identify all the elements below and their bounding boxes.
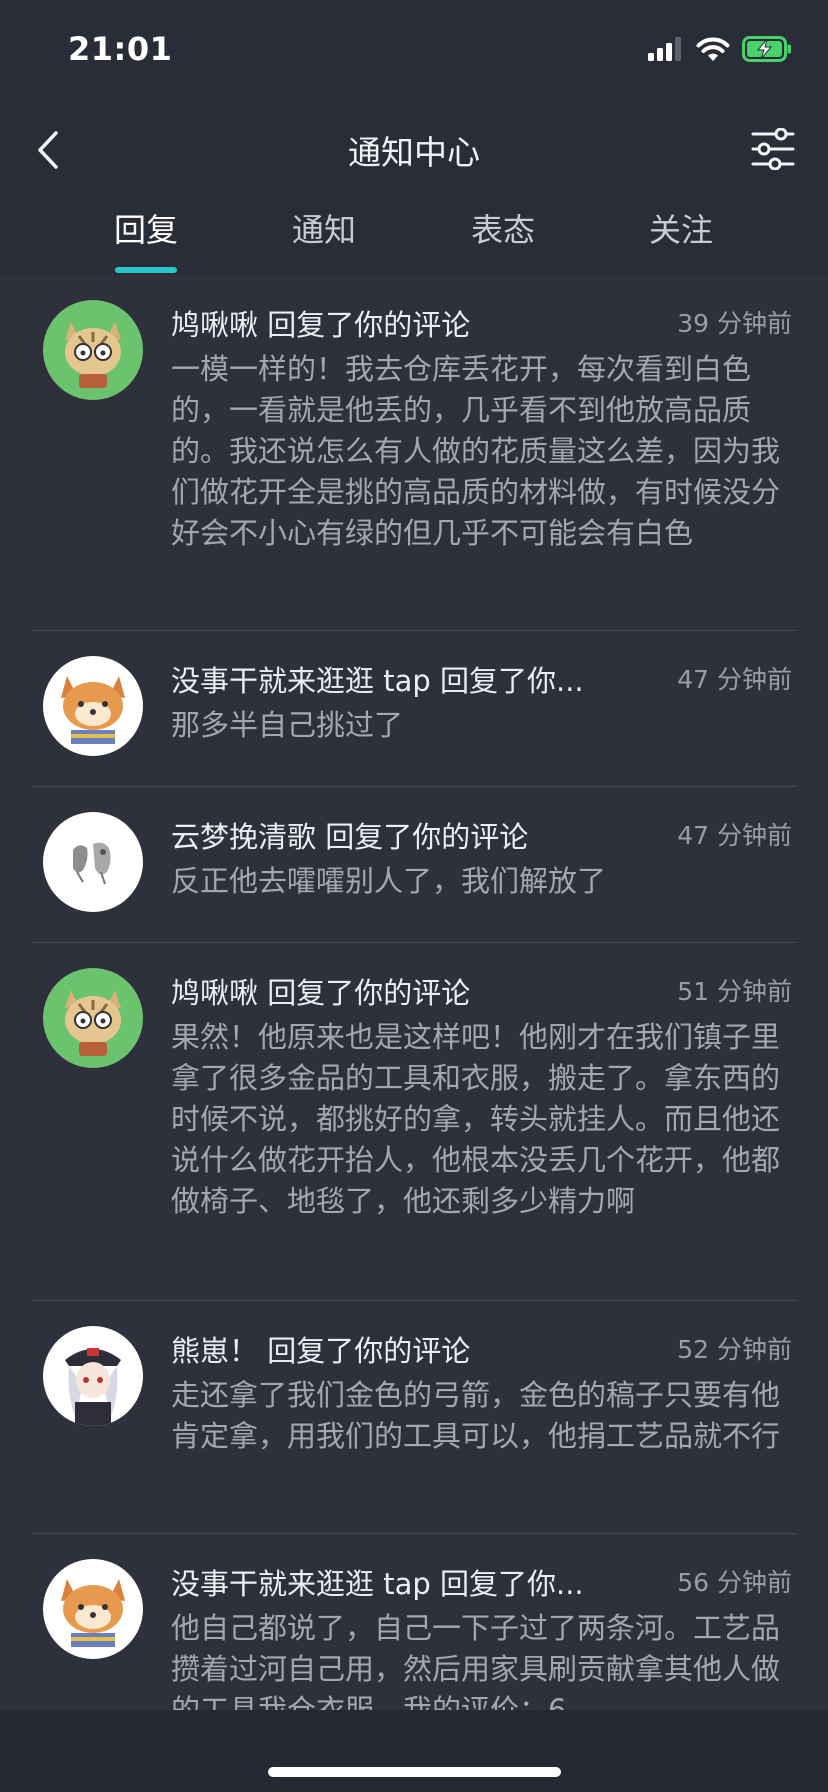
list-item[interactable]: 鸠啾啾 回复了你的评论 51 分钟前 果然！他原来也是这样吧！他刚才在我们镇子里… (0, 943, 828, 1300)
avatar[interactable] (43, 1559, 143, 1659)
status-time: 21:01 (68, 30, 173, 68)
item-header: 没事干就来逛逛 tap 回复了你... 56 分钟前 (171, 1561, 792, 1605)
status-bar: 21:01 (0, 0, 828, 100)
tab-label: 表态 (470, 211, 535, 249)
notification-center-screen: 21:01 通知中心 回复 通知 表态 关注 鸠啾啾 回复了你的评论 39 分钟… (0, 0, 828, 1792)
item-time: 51 分钟前 (677, 977, 792, 1006)
tab-replies[interactable]: 回复 (86, 205, 206, 275)
item-time: 39 分钟前 (677, 309, 792, 338)
tab-follows[interactable]: 关注 (621, 205, 741, 275)
filter-settings-button[interactable] (748, 122, 798, 176)
shiba-avatar-icon (43, 1559, 143, 1659)
list-item[interactable]: 没事干就来逛逛 tap 回复了你... 47 分钟前 那多半自己挑过了 (0, 631, 828, 786)
list-item[interactable]: 没事干就来逛逛 tap 回复了你... 56 分钟前 他自己都说了，自己一下子过… (0, 1534, 828, 1710)
list-item[interactable]: 鸠啾啾 回复了你的评论 39 分钟前 一模一样的！我去仓库丢花开，每次看到白色的… (0, 275, 828, 630)
battery-charging-icon (742, 36, 791, 62)
signal-icon (648, 37, 681, 61)
item-time: 56 分钟前 (677, 1568, 792, 1597)
item-header: 熊崽！ 回复了你的评论 52 分钟前 (171, 1328, 792, 1372)
tab-notifications[interactable]: 通知 (264, 205, 384, 275)
avatar[interactable] (43, 812, 143, 912)
bottom-bar (0, 1710, 828, 1792)
item-header: 鸠啾啾 回复了你的评论 39 分钟前 (171, 302, 792, 346)
cat-avatar-icon (43, 968, 143, 1068)
page-title: 通知中心 (348, 133, 480, 172)
item-header: 没事干就来逛逛 tap 回复了你... 47 分钟前 (171, 658, 792, 702)
tab-bar: 回复 通知 表态 关注 (0, 205, 828, 275)
item-title: 鸠啾啾 回复了你的评论 (171, 976, 471, 1010)
list-item[interactable]: 云梦挽清歌 回复了你的评论 47 分钟前 反正他去嚯嚯别人了，我们解放了 (0, 787, 828, 942)
tab-reactions[interactable]: 表态 (443, 205, 563, 275)
item-title: 云梦挽清歌 回复了你的评论 (171, 820, 529, 854)
notification-list[interactable]: 鸠啾啾 回复了你的评论 39 分钟前 一模一样的！我去仓库丢花开，每次看到白色的… (0, 275, 828, 1710)
sketch-avatar-icon (43, 812, 143, 912)
item-header: 鸠啾啾 回复了你的评论 51 分钟前 (171, 970, 792, 1014)
home-indicator[interactable] (268, 1767, 561, 1777)
item-title: 鸠啾啾 回复了你的评论 (171, 308, 471, 342)
avatar[interactable] (43, 300, 143, 400)
shiba-avatar-icon (43, 656, 143, 756)
tab-label: 回复 (113, 211, 178, 249)
list-item[interactable]: 熊崽！ 回复了你的评论 52 分钟前 走还拿了我们金色的弓箭，金色的稿子只要有他… (0, 1301, 828, 1533)
avatar[interactable] (43, 656, 143, 756)
header: 通知中心 回复 通知 表态 关注 (0, 100, 828, 275)
sliders-icon (751, 128, 795, 170)
item-header: 云梦挽清歌 回复了你的评论 47 分钟前 (171, 814, 792, 858)
item-title: 没事干就来逛逛 tap 回复了你... (171, 664, 584, 698)
tab-label: 通知 (291, 211, 356, 249)
avatar[interactable] (43, 1326, 143, 1426)
active-tab-indicator (115, 267, 177, 273)
status-icons (648, 36, 792, 62)
avatar[interactable] (43, 968, 143, 1068)
anime-girl-avatar-icon (43, 1326, 143, 1426)
item-time: 52 分钟前 (677, 1335, 792, 1364)
cat-avatar-icon (43, 300, 143, 400)
item-time: 47 分钟前 (677, 821, 792, 850)
item-time: 47 分钟前 (677, 665, 792, 694)
item-title: 熊崽！ 回复了你的评论 (171, 1334, 471, 1368)
wifi-icon (696, 37, 730, 61)
item-title: 没事干就来逛逛 tap 回复了你... (171, 1567, 584, 1601)
tab-label: 关注 (648, 211, 713, 249)
